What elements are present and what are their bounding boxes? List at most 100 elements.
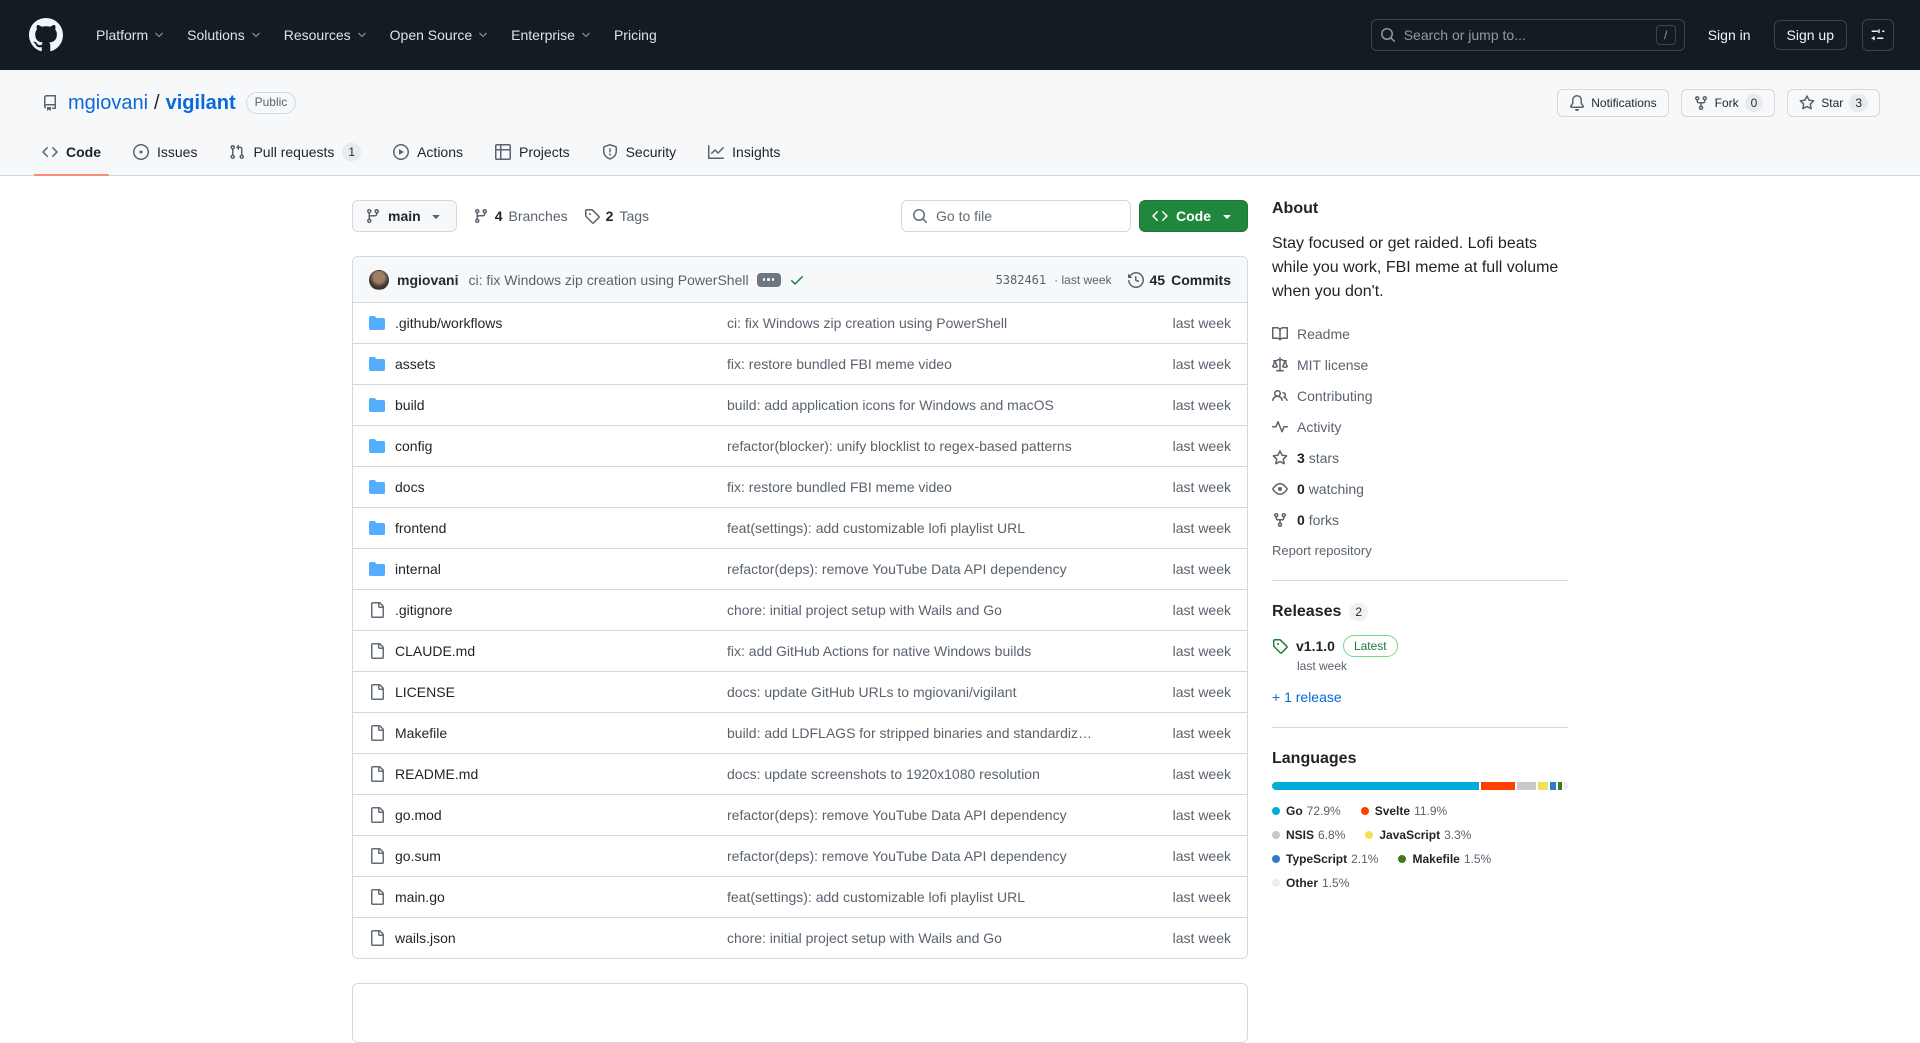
language-bar-segment xyxy=(1557,782,1562,790)
file-name-link[interactable]: Makefile xyxy=(369,725,727,741)
file-icon xyxy=(369,602,385,618)
language-legend-item[interactable]: TypeScript 2.1% xyxy=(1272,852,1378,866)
tab-code[interactable]: Code xyxy=(26,129,117,176)
commit-ellipsis-button[interactable] xyxy=(756,272,781,287)
file-commit-message-link[interactable]: feat(settings): add customizable lofi pl… xyxy=(727,889,1121,905)
file-commit-message-link[interactable]: chore: initial project setup with Wails … xyxy=(727,602,1121,618)
commit-history-link[interactable]: 45 Commits xyxy=(1128,271,1231,288)
more-releases-link[interactable]: + 1 release xyxy=(1272,689,1342,705)
nav-item-open-source[interactable]: Open Source xyxy=(379,19,501,51)
file-commit-message-link[interactable]: fix: restore bundled FBI meme video xyxy=(727,479,1121,495)
file-name-link[interactable]: wails.json xyxy=(369,930,727,946)
file-commit-message-link[interactable]: docs: update screenshots to 1920x1080 re… xyxy=(727,766,1121,782)
commit-author-link[interactable]: mgiovani xyxy=(397,272,458,288)
sign-up-button[interactable]: Sign up xyxy=(1773,20,1847,50)
tab-pull-requests[interactable]: Pull requests 1 xyxy=(213,129,377,175)
file-commit-message-link[interactable]: ci: fix Windows zip creation using Power… xyxy=(727,315,1121,331)
file-name-link[interactable]: frontend xyxy=(369,520,727,536)
license-link[interactable]: MIT license xyxy=(1272,349,1568,380)
languages-bar[interactable] xyxy=(1272,782,1568,790)
file-name-link[interactable]: go.mod xyxy=(369,807,727,823)
nav-item-resources[interactable]: Resources xyxy=(273,19,379,51)
nav-item-platform[interactable]: Platform xyxy=(85,19,176,51)
repo-title-row: mgiovani / vigilant Public Notifications… xyxy=(0,70,1920,119)
file-commit-message-link[interactable]: build: add LDFLAGS for stripped binaries… xyxy=(727,725,1121,741)
file-commit-message-link[interactable]: refactor(blocker): unify blocklist to re… xyxy=(727,438,1121,454)
file-commit-message-link[interactable]: fix: restore bundled FBI meme video xyxy=(727,356,1121,372)
release-version-link[interactable]: v1.1.0 xyxy=(1296,638,1335,654)
file-commit-message-link[interactable]: chore: initial project setup with Wails … xyxy=(727,930,1121,946)
readme-link[interactable]: Readme xyxy=(1272,318,1568,349)
file-name-link[interactable]: CLAUDE.md xyxy=(369,643,727,659)
latest-release[interactable]: v1.1.0 Latest xyxy=(1272,635,1568,657)
commit-sha-link[interactable]: 5382461 xyxy=(996,273,1047,287)
commit-message-link[interactable]: ci: fix Windows zip creation using Power… xyxy=(468,272,748,288)
file-commit-message-link[interactable]: build: add application icons for Windows… xyxy=(727,397,1121,413)
file-commit-message-link[interactable]: docs: update GitHub URLs to mgiovani/vig… xyxy=(727,684,1121,700)
nav-item-solutions[interactable]: Solutions xyxy=(176,19,273,51)
appearance-settings-button[interactable] xyxy=(1862,19,1894,51)
star-button[interactable]: Star 3 xyxy=(1787,89,1880,117)
folder-icon xyxy=(369,520,385,536)
releases-title: Releases 2 xyxy=(1272,603,1568,621)
file-name-link[interactable]: .gitignore xyxy=(369,602,727,618)
file-commit-message-link[interactable]: fix: add GitHub Actions for native Windo… xyxy=(727,643,1121,659)
language-legend-item[interactable]: JavaScript 3.3% xyxy=(1365,828,1471,842)
tab-security[interactable]: Security xyxy=(586,129,693,175)
language-legend-item[interactable]: Other 1.5% xyxy=(1272,876,1349,890)
nav-item-pricing[interactable]: Pricing xyxy=(603,19,668,51)
branch-selector-button[interactable]: main xyxy=(352,200,457,232)
file-name-link[interactable]: assets xyxy=(369,356,727,372)
tab-projects[interactable]: Projects xyxy=(479,129,586,175)
file-name-link[interactable]: .github/workflows xyxy=(369,315,727,331)
language-dot-icon xyxy=(1365,831,1374,839)
repo-owner-link[interactable]: mgiovani xyxy=(68,92,148,115)
forks-link[interactable]: 0 forks xyxy=(1272,504,1568,535)
language-legend-item[interactable]: NSIS 6.8% xyxy=(1272,828,1345,842)
file-name-link[interactable]: build xyxy=(369,397,727,413)
file-commit-age: last week xyxy=(1172,643,1231,659)
language-legend-item[interactable]: Svelte 11.9% xyxy=(1360,804,1447,818)
repo-name-link[interactable]: vigilant xyxy=(166,92,236,115)
file-name-link[interactable]: docs xyxy=(369,479,727,495)
contributing-link[interactable]: Contributing xyxy=(1272,380,1568,411)
sign-in-link[interactable]: Sign in xyxy=(1700,21,1759,49)
people-icon xyxy=(1272,388,1288,404)
activity-link[interactable]: Activity xyxy=(1272,411,1568,442)
code-icon xyxy=(42,144,58,160)
commit-author-avatar[interactable] xyxy=(369,269,389,290)
file-name-link[interactable]: README.md xyxy=(369,766,727,782)
file-commit-age: last week xyxy=(1172,848,1231,864)
search-input[interactable]: Search or jump to... / xyxy=(1370,19,1685,51)
nav-item-enterprise[interactable]: Enterprise xyxy=(500,19,603,51)
language-legend-item[interactable]: Go 72.9% xyxy=(1272,804,1341,818)
file-name-link[interactable]: LICENSE xyxy=(369,684,727,700)
tab-issues[interactable]: Issues xyxy=(117,129,213,175)
stars-link[interactable]: 3 stars xyxy=(1272,442,1568,473)
file-commit-message-link[interactable]: refactor(deps): remove YouTube Data API … xyxy=(727,807,1121,823)
file-name-link[interactable]: internal xyxy=(369,561,727,577)
language-bar-segment xyxy=(1538,782,1548,790)
tab-insights[interactable]: Insights xyxy=(692,129,796,175)
file-commit-message-link[interactable]: refactor(deps): remove YouTube Data API … xyxy=(727,848,1121,864)
report-repository-link[interactable]: Report repository xyxy=(1272,543,1372,558)
tab-actions[interactable]: Actions xyxy=(377,129,479,175)
language-dot-icon xyxy=(1272,855,1280,863)
file-name-link[interactable]: main.go xyxy=(369,889,727,905)
tags-link[interactable]: 2 Tags xyxy=(584,208,649,224)
branches-link[interactable]: 4 Branches xyxy=(473,208,568,224)
go-to-file-input[interactable]: Go to file xyxy=(901,200,1131,232)
header-right: Search or jump to... / Sign in Sign up xyxy=(1370,19,1894,51)
law-icon xyxy=(1272,357,1288,373)
file-commit-message-link[interactable]: feat(settings): add customizable lofi pl… xyxy=(727,520,1121,536)
file-name-link[interactable]: go.sum xyxy=(369,848,727,864)
language-legend-item[interactable]: Makefile 1.5% xyxy=(1398,852,1491,866)
file-commit-message-link[interactable]: refactor(deps): remove YouTube Data API … xyxy=(727,561,1121,577)
github-logo-icon[interactable] xyxy=(29,18,63,52)
notifications-button[interactable]: Notifications xyxy=(1557,89,1669,117)
commit-status-check-icon[interactable] xyxy=(789,272,805,288)
watching-link[interactable]: 0 watching xyxy=(1272,473,1568,504)
file-name-link[interactable]: config xyxy=(369,438,727,454)
code-dropdown-button[interactable]: Code xyxy=(1139,200,1248,232)
fork-button[interactable]: Fork 0 xyxy=(1680,89,1776,117)
